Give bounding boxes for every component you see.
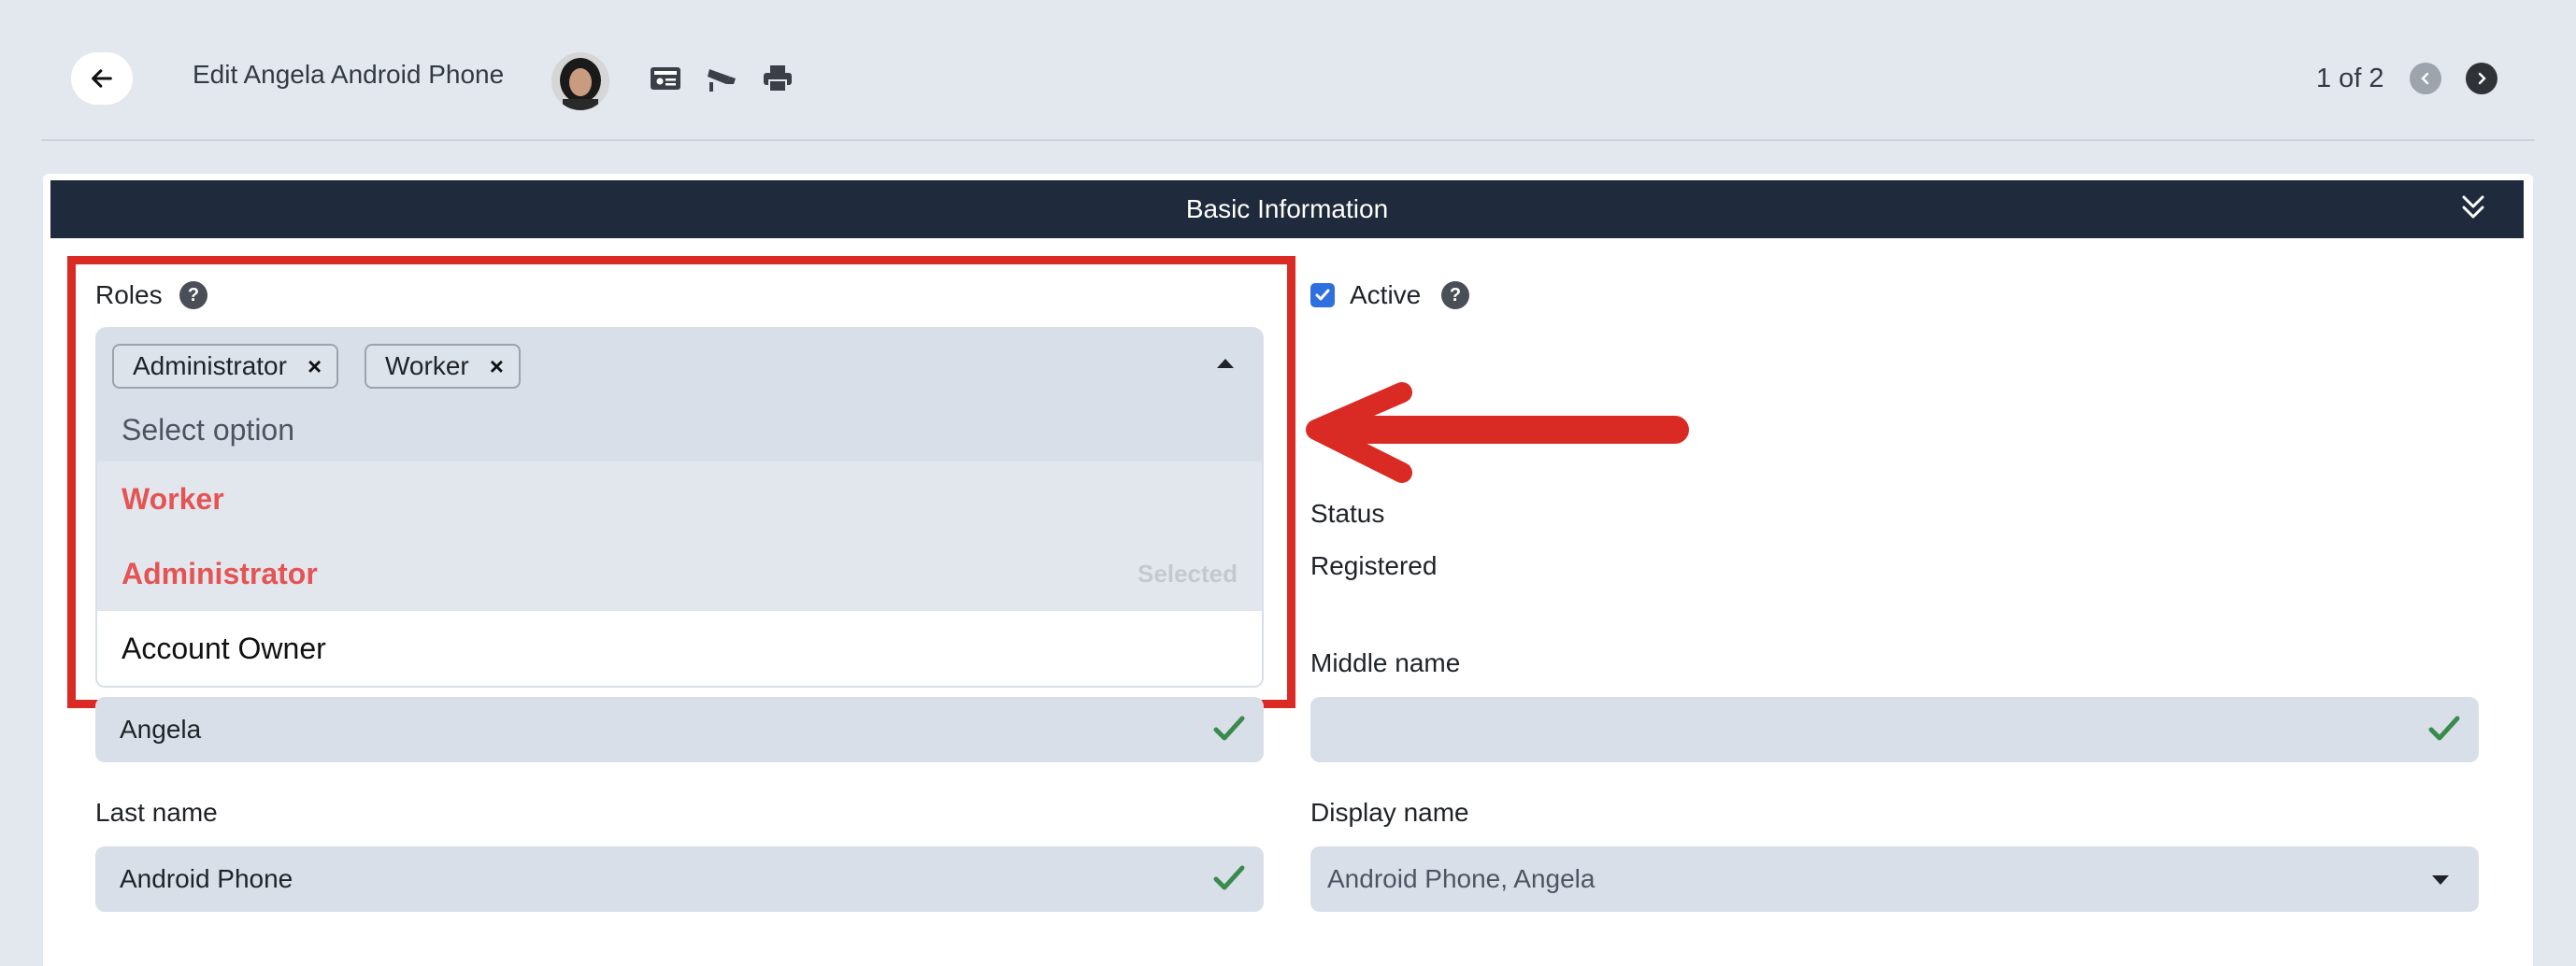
- printer-icon[interactable]: [761, 62, 794, 95]
- last-name-field[interactable]: Android Phone: [95, 846, 1264, 912]
- valid-check-icon: [1213, 716, 1245, 741]
- avatar-photo: [551, 52, 609, 110]
- caret-down-icon: [2432, 875, 2449, 885]
- double-chevron-down-icon[interactable]: [2456, 192, 2490, 225]
- status-label: Status: [1310, 499, 1385, 528]
- next-record-button[interactable]: [2466, 63, 2497, 94]
- middle-name-label: Middle name: [1310, 648, 1461, 677]
- checkmark-icon: [1315, 289, 1330, 301]
- pager-count: 1 of 2: [2316, 64, 2384, 93]
- valid-check-icon: [1213, 865, 1245, 890]
- chevron-left-icon: [2421, 72, 2429, 85]
- last-name-value: Android Phone: [120, 864, 293, 893]
- first-name-field[interactable]: Angela: [95, 697, 1264, 762]
- middle-name-field[interactable]: [1310, 697, 2479, 762]
- page-header: Edit Angela Android Phone 1 of 2: [0, 0, 2576, 140]
- id-card-icon[interactable]: [649, 62, 682, 95]
- section-title: Basic Information: [1185, 194, 1389, 223]
- display-name-select[interactable]: Android Phone, Angela: [1310, 846, 2479, 912]
- last-name-label: Last name: [95, 798, 218, 827]
- cctv-camera-icon[interactable]: [705, 62, 738, 95]
- back-button[interactable]: [71, 52, 133, 105]
- valid-check-icon: [2428, 716, 2460, 741]
- display-name-label: Display name: [1310, 798, 1469, 827]
- previous-record-button[interactable]: [2410, 63, 2441, 94]
- chevron-right-icon: [2478, 72, 2486, 85]
- active-label: Active: [1350, 280, 1422, 309]
- avatar[interactable]: [551, 52, 609, 110]
- display-name-value: Android Phone, Angela: [1327, 864, 1596, 893]
- active-checkbox[interactable]: [1310, 283, 1335, 307]
- status-value: Registered: [1310, 551, 1438, 580]
- section-header-basic-information[interactable]: Basic Information: [50, 180, 2524, 238]
- first-name-value: Angela: [120, 715, 202, 744]
- back-arrow-icon: [92, 69, 112, 88]
- active-help-icon[interactable]: ?: [1441, 281, 1469, 309]
- page-title: Edit Angela Android Phone: [193, 60, 505, 89]
- header-divider: [41, 139, 2535, 141]
- annotation-arrow-icon: [1306, 382, 1689, 483]
- annotation-highlight-box: [67, 256, 1295, 708]
